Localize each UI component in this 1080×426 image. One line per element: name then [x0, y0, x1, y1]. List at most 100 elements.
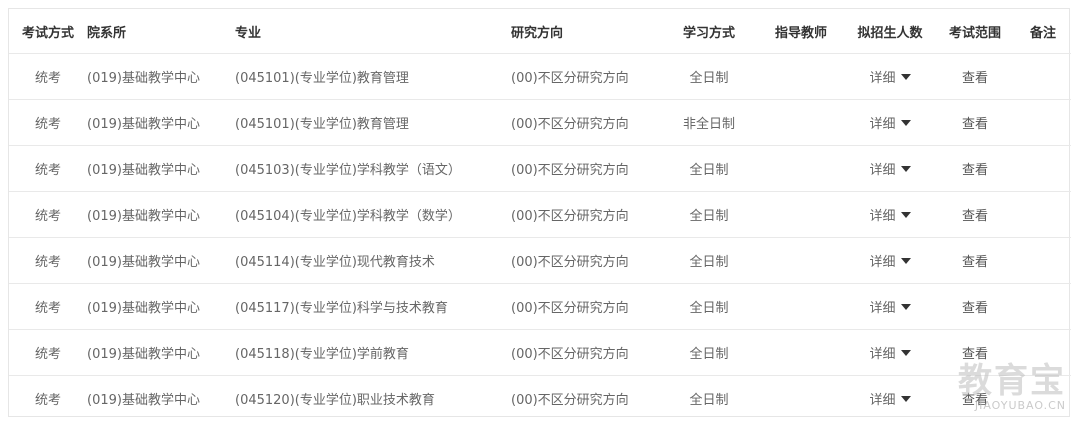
cell-study-mode: 全日制: [661, 375, 757, 421]
cell-major: (045104)(专业学位)学科教学（数学）: [235, 191, 511, 238]
watermark-subtext: JIAOYUBAO.CN: [974, 399, 1066, 412]
cell-department: (019)基础教学中心: [87, 329, 235, 376]
cell-quota: 详细: [845, 99, 935, 146]
cell-exam-method: 统考: [9, 191, 87, 238]
cell-study-mode: 全日制: [661, 191, 757, 238]
cell-major: (045103)(专业学位)学科教学（语文）: [235, 145, 511, 192]
cell-department: (019)基础教学中心: [87, 191, 235, 238]
cell-note: [1015, 145, 1071, 192]
quota-detail-label: 详细: [869, 209, 896, 224]
cell-research-direction: (00)不区分研究方向: [511, 99, 661, 146]
cell-exam-method: 统考: [9, 53, 87, 100]
cell-research-direction: (00)不区分研究方向: [511, 53, 661, 100]
table-row: 统考 (019)基础教学中心 (045101)(专业学位)教育管理 (00)不区分研究…: [9, 53, 1071, 100]
cell-department: (019)基础教学中心: [87, 237, 235, 284]
cell-study-mode: 全日制: [661, 145, 757, 192]
cell-department: (019)基础教学中心: [87, 99, 235, 146]
caret-down-icon: [900, 395, 911, 402]
quota-detail-label: 详细: [869, 163, 896, 178]
cell-advisor: [757, 329, 845, 376]
header-advisor: 指导教师: [774, 25, 827, 41]
header-exam-scope: 考试范围: [948, 25, 1001, 41]
cell-note: [1015, 53, 1071, 100]
header-exam-method: 考试方式: [21, 25, 74, 41]
quota-detail-dropdown[interactable]: 详细: [869, 297, 911, 316]
cell-note: [1015, 191, 1071, 238]
quota-detail-label: 详细: [869, 347, 896, 362]
cell-advisor: [757, 283, 845, 330]
cell-quota: 详细: [845, 283, 935, 330]
quota-detail-dropdown[interactable]: 详细: [869, 251, 911, 270]
cell-exam-method: 统考: [9, 99, 87, 146]
watermark-logo: 教育宝 JIAOYUBAO.CN: [958, 363, 1066, 412]
cell-major: (045101)(专业学位)教育管理: [235, 53, 511, 100]
exam-scope-view-link[interactable]: 查看: [962, 209, 988, 224]
cell-research-direction: (00)不区分研究方向: [511, 329, 661, 376]
caret-down-icon: [900, 119, 911, 126]
cell-note: [1015, 237, 1071, 284]
header-note: 备注: [1029, 25, 1056, 41]
caret-down-icon: [900, 165, 911, 172]
quota-detail-dropdown[interactable]: 详细: [869, 113, 911, 132]
cell-exam-method: 统考: [9, 237, 87, 284]
cell-advisor: [757, 237, 845, 284]
header-major: 专业: [235, 25, 262, 41]
exam-scope-view-link[interactable]: 查看: [962, 117, 988, 132]
cell-advisor: [757, 145, 845, 192]
quota-detail-label: 详细: [869, 301, 896, 316]
table-row: 统考 (019)基础教学中心 (045101)(专业学位)教育管理 (00)不区分研究…: [9, 99, 1071, 146]
cell-research-direction: (00)不区分研究方向: [511, 237, 661, 284]
caret-down-icon: [900, 303, 911, 310]
caret-down-icon: [900, 349, 911, 356]
cell-quota: 详细: [845, 375, 935, 421]
header-study-mode: 学习方式: [682, 25, 735, 41]
cell-research-direction: (00)不区分研究方向: [511, 145, 661, 192]
quota-detail-dropdown[interactable]: 详细: [869, 67, 911, 86]
header-department: 院系所: [87, 25, 127, 41]
cell-exam-method: 统考: [9, 329, 87, 376]
exam-scope-view-link[interactable]: 查看: [962, 255, 988, 270]
cell-research-direction: (00)不区分研究方向: [511, 283, 661, 330]
caret-down-icon: [900, 211, 911, 218]
quota-detail-dropdown[interactable]: 详细: [869, 205, 911, 224]
cell-exam-scope: 查看: [935, 191, 1015, 238]
cell-advisor: [757, 53, 845, 100]
cell-note: [1015, 283, 1071, 330]
exam-scope-view-link[interactable]: 查看: [962, 301, 988, 316]
cell-exam-scope: 查看: [935, 53, 1015, 100]
cell-research-direction: (00)不区分研究方向: [511, 191, 661, 238]
quota-detail-dropdown[interactable]: 详细: [869, 343, 911, 362]
cell-major: (045118)(专业学位)学前教育: [235, 329, 511, 376]
exam-scope-view-link[interactable]: 查看: [962, 347, 988, 362]
cell-major: (045101)(专业学位)教育管理: [235, 99, 511, 146]
cell-major: (045114)(专业学位)现代教育技术: [235, 237, 511, 284]
quota-detail-label: 详细: [869, 255, 896, 270]
cell-quota: 详细: [845, 53, 935, 100]
table-row: 统考 (019)基础教学中心 (045118)(专业学位)学前教育 (00)不区分研究…: [9, 329, 1071, 376]
exam-scope-view-link[interactable]: 查看: [962, 163, 988, 178]
table-row: 统考 (019)基础教学中心 (045117)(专业学位)科学与技术教育 (00)不区…: [9, 283, 1071, 330]
cell-research-direction: (00)不区分研究方向: [511, 375, 661, 421]
header-research-direction: 研究方向: [511, 25, 564, 41]
cell-exam-scope: 查看: [935, 283, 1015, 330]
cell-note: [1015, 99, 1071, 146]
quota-detail-dropdown[interactable]: 详细: [869, 159, 911, 178]
caret-down-icon: [900, 73, 911, 80]
cell-department: (019)基础教学中心: [87, 145, 235, 192]
cell-major: (045117)(专业学位)科学与技术教育: [235, 283, 511, 330]
cell-quota: 详细: [845, 191, 935, 238]
cell-department: (019)基础教学中心: [87, 283, 235, 330]
cell-department: (019)基础教学中心: [87, 53, 235, 100]
header-quota: 拟招生人数: [857, 25, 923, 41]
cell-study-mode: 全日制: [661, 283, 757, 330]
exam-scope-view-link[interactable]: 查看: [962, 71, 988, 86]
cell-advisor: [757, 375, 845, 421]
caret-down-icon: [900, 257, 911, 264]
cell-study-mode: 全日制: [661, 237, 757, 284]
cell-exam-method: 统考: [9, 283, 87, 330]
quota-detail-label: 详细: [869, 117, 896, 132]
cell-department: (019)基础教学中心: [87, 375, 235, 421]
table-row: 统考 (019)基础教学中心 (045103)(专业学位)学科教学（语文） (00)不…: [9, 145, 1071, 192]
quota-detail-dropdown[interactable]: 详细: [869, 389, 911, 408]
cell-major: (045120)(专业学位)职业技术教育: [235, 375, 511, 421]
